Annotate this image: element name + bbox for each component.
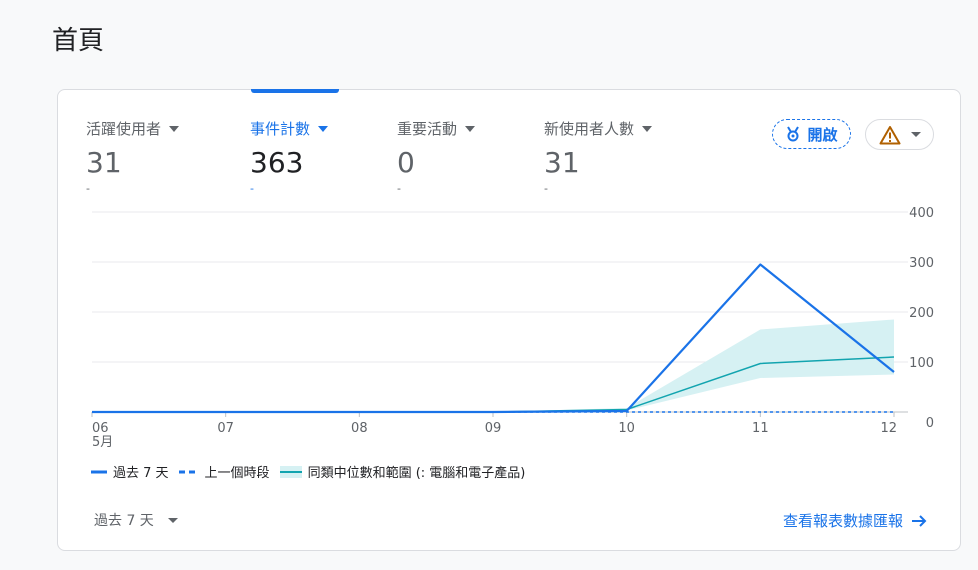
legend-label: 上一個時段 bbox=[204, 466, 270, 481]
page-title: 首頁 bbox=[52, 26, 105, 56]
legend-label: 過去 7 天 bbox=[113, 466, 169, 481]
chart-legend: 過去 7 天 上一個時段 同類中位數和範圍 (: 電腦和電子產品) bbox=[91, 462, 535, 481]
y-tick-label: 400 bbox=[909, 206, 934, 221]
y-tick-label: 100 bbox=[909, 356, 934, 371]
chevron-down-icon bbox=[167, 517, 178, 523]
band-swatch bbox=[279, 465, 302, 478]
dashed-line-swatch bbox=[178, 470, 195, 473]
x-tick-label: 06 bbox=[92, 421, 109, 436]
y-tick-label: 200 bbox=[909, 306, 934, 321]
x-tick-label: 12 bbox=[880, 421, 897, 436]
legend-item: 同類中位數和範圍 (: 電腦和電子產品) bbox=[279, 462, 526, 481]
y-tick-label: 0 bbox=[926, 416, 934, 431]
x-tick-label: 10 bbox=[618, 421, 635, 436]
x-sublabel: 5月 bbox=[92, 435, 113, 450]
summary-card: 活躍使用者 31 - 事件計數 363 - 重要活動 0 - 新使用者人數 31… bbox=[57, 89, 961, 551]
date-range-label: 過去 7 天 bbox=[94, 513, 154, 529]
benchmark-range-band bbox=[92, 319, 894, 412]
date-range-dropdown[interactable]: 過去 7 天 bbox=[94, 510, 178, 530]
x-tick-label: 07 bbox=[217, 421, 234, 436]
y-tick-label: 300 bbox=[909, 256, 934, 271]
arrow-right-icon bbox=[912, 514, 927, 527]
report-link-label: 查看報表數據匯報 bbox=[783, 512, 904, 530]
line-chart: 400 300 200 100 0 06 07 08 09 10 11 12 5月 bbox=[91, 206, 934, 450]
x-tick-label: 08 bbox=[351, 421, 368, 436]
legend-label: 同類中位數和範圍 (: 電腦和電子產品) bbox=[307, 466, 526, 481]
legend-item: 過去 7 天 bbox=[91, 462, 169, 481]
legend-item: 上一個時段 bbox=[178, 462, 270, 481]
view-report-link[interactable]: 查看報表數據匯報 bbox=[783, 510, 927, 531]
x-tick-label: 09 bbox=[485, 421, 502, 436]
solid-line-swatch bbox=[91, 470, 107, 473]
x-tick-label: 11 bbox=[752, 421, 769, 436]
